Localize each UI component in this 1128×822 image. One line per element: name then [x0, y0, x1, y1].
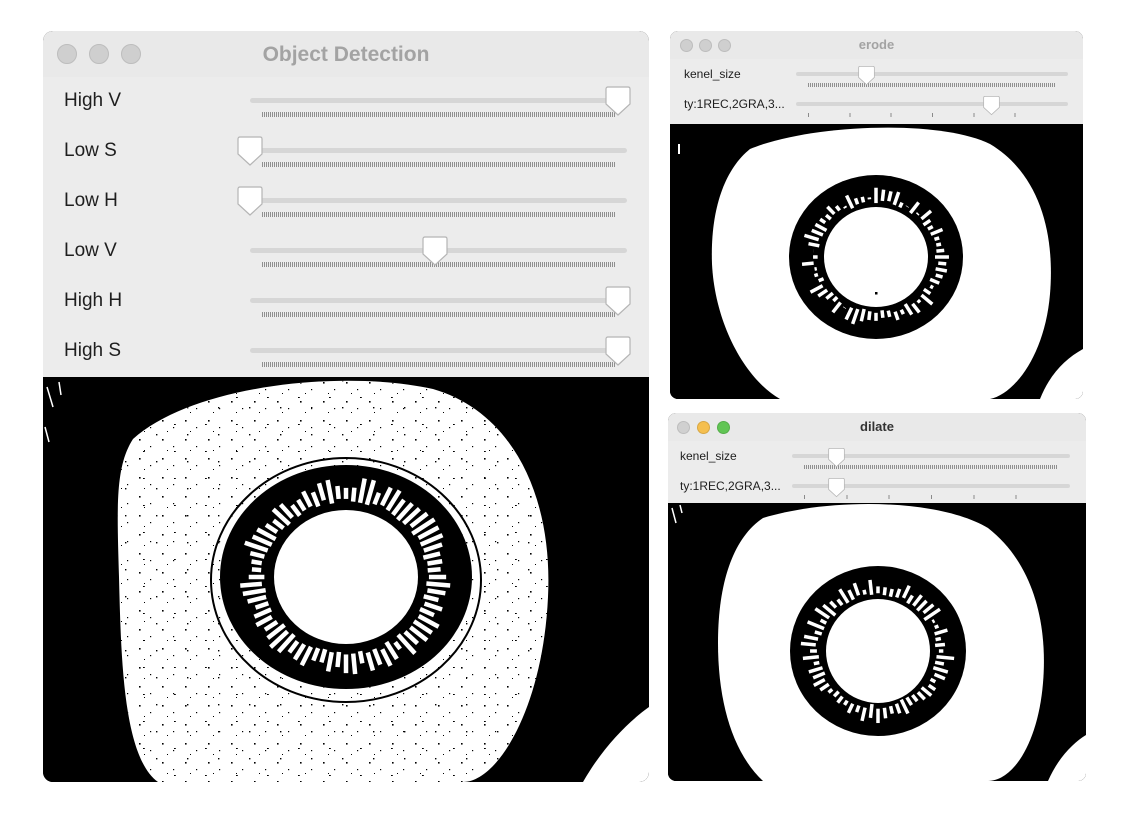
window-title: dilate [860, 419, 894, 434]
erode-window: erode kenel_size ty:1REC,2GRA,3... [670, 31, 1083, 399]
slider-ticks [262, 162, 615, 167]
high-s-slider[interactable] [43, 327, 649, 377]
high-h-slider[interactable] [43, 277, 649, 327]
slider-row-kenel-size: kenel_size [668, 441, 1086, 471]
slider-ticks [808, 83, 1056, 87]
slider-thumb[interactable] [605, 336, 631, 366]
trackbar-panel: kenel_size ty:1REC,2GRA,3... [668, 441, 1086, 503]
slider-track[interactable] [250, 198, 627, 203]
dilate-image [668, 503, 1086, 781]
dilate-window: dilate kenel_size ty:1REC,2GRA,3... [668, 413, 1086, 781]
slider-row-kenel-size: kenel_size [670, 59, 1083, 89]
slider-thumb[interactable] [828, 477, 845, 498]
title-bar[interactable]: erode [670, 31, 1083, 59]
slider-row-high-h: High H [43, 277, 649, 327]
title-bar[interactable]: dilate [668, 413, 1086, 441]
slider-row-high-s: High S [43, 327, 649, 377]
slider-thumb[interactable] [422, 236, 448, 266]
morph-type-slider[interactable] [668, 471, 1086, 503]
slider-row-low-h: Low H [43, 177, 649, 227]
slider-ticks [262, 212, 615, 217]
slider-ticks [262, 362, 615, 367]
low-s-slider[interactable] [43, 127, 649, 177]
kenel-size-slider[interactable] [670, 59, 1083, 89]
slider-row-type: ty:1REC,2GRA,3... [668, 471, 1086, 503]
title-bar[interactable]: Object Detection [43, 31, 649, 77]
slider-track[interactable] [796, 102, 1068, 106]
slider-thumb[interactable] [828, 447, 845, 468]
slider-track[interactable] [250, 298, 627, 303]
slider-thumb[interactable] [858, 65, 875, 86]
trackbar-panel: kenel_size ty:1REC,2GRA,3... [670, 59, 1083, 124]
slider-track[interactable] [796, 72, 1068, 76]
trackbar-panel: High V Low S Low H Low V High H High S [43, 77, 649, 377]
slider-thumb[interactable] [237, 186, 263, 216]
slider-thumb[interactable] [237, 136, 263, 166]
slider-track[interactable] [250, 348, 627, 353]
low-h-slider[interactable] [43, 177, 649, 227]
slider-track[interactable] [250, 98, 627, 103]
high-v-slider[interactable] [43, 77, 649, 127]
morph-type-slider[interactable] [670, 89, 1083, 124]
window-title: erode [858, 37, 895, 52]
low-v-slider[interactable] [43, 227, 649, 277]
slider-row-low-s: Low S [43, 127, 649, 177]
slider-ticks [262, 312, 615, 317]
slider-thumb[interactable] [983, 95, 1001, 116]
window-title: Object Detection [262, 43, 430, 66]
mask-image [43, 377, 649, 782]
slider-ticks [262, 112, 615, 117]
object-detection-window: Object Detection High V Low S Low H Low … [43, 31, 649, 782]
slider-thumb[interactable] [605, 86, 631, 116]
slider-row-high-v: High V [43, 77, 649, 127]
slider-ticks [808, 113, 1056, 117]
slider-row-type: ty:1REC,2GRA,3... [670, 89, 1083, 124]
slider-track[interactable] [250, 148, 627, 153]
slider-row-low-v: Low V [43, 227, 649, 277]
slider-thumb[interactable] [605, 286, 631, 316]
kenel-size-slider[interactable] [668, 441, 1086, 471]
erode-image [670, 124, 1083, 399]
